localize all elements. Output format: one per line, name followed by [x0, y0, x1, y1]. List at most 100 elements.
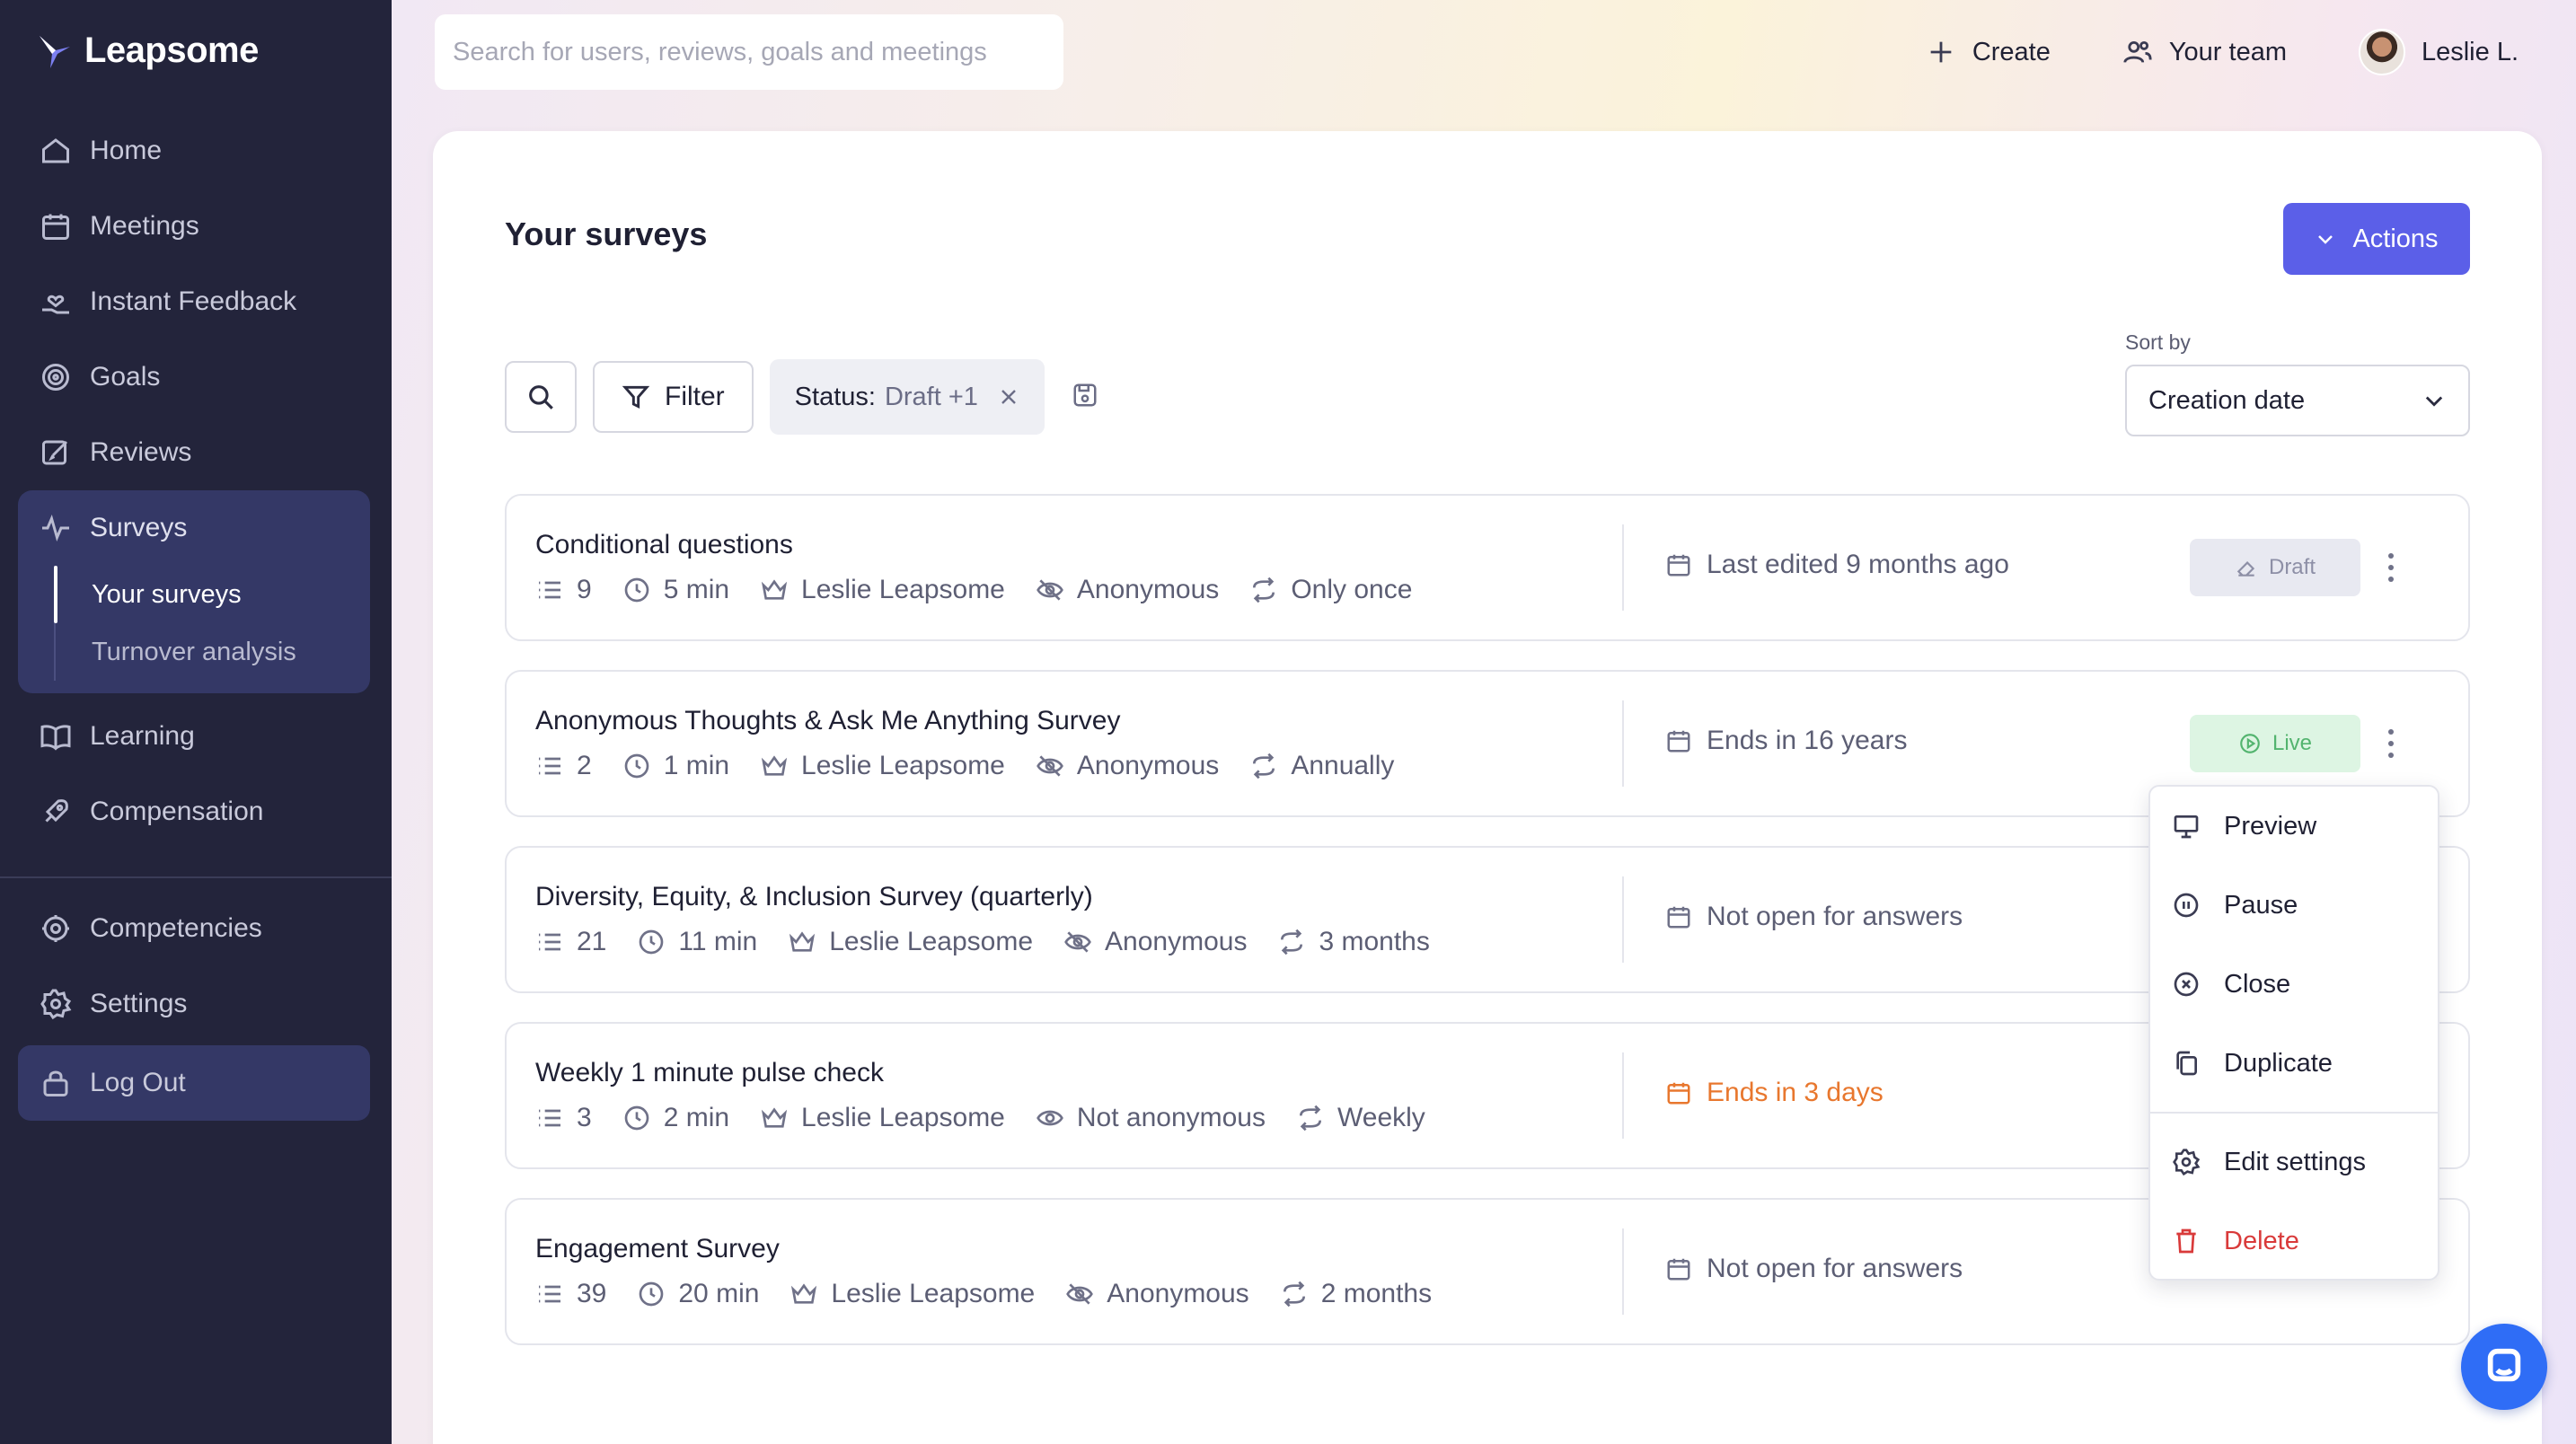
sidebar-item-logout[interactable]: Log Out	[18, 1045, 370, 1121]
lock-icon	[43, 1070, 68, 1096]
status-filter-chip[interactable]: Status: Draft +1	[769, 359, 1045, 435]
question-count: 9	[535, 575, 592, 605]
subnav-item-your-surveys[interactable]: Your surveys	[54, 566, 370, 623]
eye-icon	[1037, 1110, 1063, 1126]
survey-meta: 3 2 min Leslie Leapsome Not anonymous We…	[535, 1103, 1456, 1133]
subnav-item-turnover-analysis[interactable]: Turnover analysis	[56, 623, 370, 681]
sidebar-item-surveys[interactable]: Surveys	[18, 490, 370, 566]
sidebar-item-compensation[interactable]: Compensation	[18, 774, 370, 850]
recurrence-value: 2 months	[1320, 1279, 1433, 1308]
user-menu[interactable]: Leslie L.	[2358, 29, 2519, 75]
sidebar-item-instant-feedback[interactable]: Instant Feedback	[18, 264, 370, 339]
chevron-down-icon	[2318, 235, 2333, 244]
duration-value: 5 min	[663, 575, 730, 604]
actions-button[interactable]: Actions	[2283, 203, 2470, 275]
survey-title[interactable]: Engagement Survey	[535, 1234, 780, 1264]
crown-icon	[761, 579, 788, 600]
actions-label: Actions	[2352, 224, 2439, 253]
menu-item-edit-settings[interactable]: Edit settings	[2150, 1123, 2438, 1202]
menu-item-preview[interactable]: Preview	[2150, 787, 2438, 866]
recurrence: 2 months	[1280, 1279, 1432, 1309]
presentation-icon	[2174, 815, 2199, 839]
list-icon	[539, 757, 560, 775]
chip-value: Draft +1	[884, 382, 978, 411]
recurrence: 3 months	[1277, 927, 1430, 957]
survey-meta: 39 20 min Leslie Leapsome Anonymous 2 mo…	[535, 1279, 1462, 1309]
status-badge: Draft	[2190, 539, 2360, 596]
chat-support-button[interactable]	[2461, 1324, 2547, 1410]
survey-title[interactable]: Weekly 1 minute pulse check	[535, 1058, 884, 1088]
more-options-icon[interactable]	[2382, 550, 2400, 586]
survey-title[interactable]: Anonymous Thoughts & Ask Me Anything Sur…	[535, 706, 1120, 736]
sidebar-item-label: Home	[90, 136, 163, 165]
app-name: Leapsome	[84, 31, 259, 70]
trash-icon	[2176, 1228, 2196, 1254]
save-filter-button[interactable]	[1072, 382, 1098, 413]
sidebar-group-surveys: Surveys Your surveys Turnover analysis	[18, 490, 370, 693]
close-circle-icon	[2174, 972, 2199, 997]
row-divider	[1622, 524, 1624, 611]
search-button[interactable]	[505, 361, 577, 433]
search-icon	[529, 385, 553, 409]
survey-title[interactable]: Diversity, Equity, & Inclusion Survey (q…	[535, 882, 1093, 912]
owner-value: Leslie Leapsome	[801, 575, 1005, 604]
owner-value: Leslie Leapsome	[831, 1279, 1036, 1308]
sidebar-divider	[0, 876, 392, 878]
owner: Leslie Leapsome	[790, 1279, 1035, 1309]
status-text: Last edited 9 months ago	[1707, 550, 2009, 579]
more-options-icon[interactable]	[2382, 726, 2400, 762]
save-icon	[1073, 383, 1097, 406]
list-icon	[539, 1109, 560, 1127]
crown-icon	[761, 1107, 788, 1128]
close-icon[interactable]	[998, 386, 1019, 408]
question-count: 2	[535, 751, 592, 781]
hand-heart-icon	[42, 295, 69, 314]
sort-select[interactable]: Creation date	[2125, 365, 2470, 436]
menu-item-close[interactable]: Close	[2150, 945, 2438, 1024]
filter-button[interactable]: Filter	[593, 361, 754, 433]
row-divider	[1622, 1228, 1624, 1315]
sidebar-item-goals[interactable]: Goals	[18, 339, 370, 415]
menu-divider	[2150, 1112, 2438, 1114]
sidebar-item-competencies[interactable]: Competencies	[18, 891, 370, 966]
sidebar-item-home[interactable]: Home	[18, 113, 370, 189]
gear-icon	[40, 989, 72, 1020]
survey-status: Not open for answers	[1665, 902, 1963, 932]
app-logo[interactable]: Leapsome	[36, 31, 259, 71]
page-title: Your surveys	[505, 216, 708, 252]
sidebar-item-learning[interactable]: Learning	[18, 699, 370, 774]
survey-status: Not open for answers	[1665, 1254, 1963, 1284]
book-icon	[40, 725, 71, 751]
menu-item-delete[interactable]: Delete	[2150, 1202, 2438, 1281]
status-text: Ends in 16 years	[1707, 726, 1908, 755]
menu-item-label: Duplicate	[2224, 1048, 2333, 1078]
survey-title[interactable]: Conditional questions	[535, 530, 793, 560]
privacy: Anonymous	[1036, 751, 1219, 781]
sidebar-item-reviews[interactable]: Reviews	[18, 415, 370, 490]
create-label: Create	[1972, 37, 2051, 66]
calendar-icon	[1667, 554, 1690, 577]
clock-icon	[624, 1105, 649, 1131]
sidebar-item-meetings[interactable]: Meetings	[18, 189, 370, 264]
question-count: 21	[535, 927, 606, 957]
duration-value: 1 min	[663, 751, 730, 780]
clock-icon	[624, 577, 649, 603]
privacy-value: Anonymous	[1076, 751, 1220, 780]
repeat-icon	[1283, 1281, 1305, 1308]
survey-actions-menu: Preview Pause Close Duplicate Edit setti…	[2148, 785, 2439, 1281]
menu-item-pause[interactable]: Pause	[2150, 866, 2438, 945]
survey-row[interactable]: Conditional questions 9 5 min Leslie Lea…	[505, 494, 2470, 641]
your-team-button[interactable]: Your team	[2122, 37, 2287, 67]
global-search-input[interactable]	[435, 14, 1063, 90]
eye-icon	[1064, 931, 1091, 953]
sidebar-item-label: Log Out	[90, 1068, 186, 1097]
status-text: Not open for answers	[1707, 902, 1963, 931]
duration: 20 min	[637, 1279, 759, 1309]
sidebar-item-label: Instant Feedback	[90, 286, 297, 316]
sidebar-item-label: Meetings	[90, 211, 199, 241]
create-button[interactable]: Create	[1926, 37, 2051, 67]
sidebar-item-settings[interactable]: Settings	[18, 966, 370, 1042]
recurrence-value: 3 months	[1319, 927, 1430, 956]
menu-item-duplicate[interactable]: Duplicate	[2150, 1024, 2438, 1103]
calendar-icon	[42, 214, 69, 240]
